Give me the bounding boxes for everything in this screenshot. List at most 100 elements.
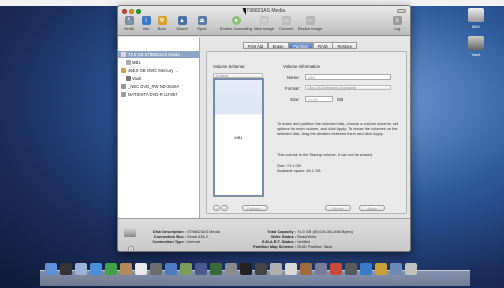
system-preferences-icon[interactable]: [225, 263, 237, 275]
app-icon[interactable]: [330, 263, 342, 275]
stack-icon[interactable]: [390, 263, 402, 275]
help-button[interactable]: ?: [128, 246, 134, 251]
disk-info-right: Total Capacity : 74.5 GB (80,026,361,856…: [248, 229, 353, 249]
trash-icon[interactable]: [405, 263, 417, 275]
font-book-icon[interactable]: [300, 263, 312, 275]
journaling-icon: ●: [231, 16, 241, 25]
preview-icon[interactable]: [150, 263, 162, 275]
desktop-icon-label: Vault: [471, 52, 481, 57]
eject-icon: ⏏: [197, 16, 207, 25]
desktop-icon-vault[interactable]: Vault: [456, 36, 496, 57]
new-image-button[interactable]: ▭ New Image: [253, 16, 275, 31]
tab-erase[interactable]: Erase: [267, 42, 289, 49]
disk-utility-icon[interactable]: [270, 263, 282, 275]
connection-type-row: Connection Type : Internal: [152, 239, 201, 244]
apply-button[interactable]: Apply: [359, 205, 385, 211]
textedit-icon[interactable]: [285, 263, 297, 275]
name-label: Name:: [287, 75, 300, 80]
convert-button[interactable]: ▭ Convert: [275, 16, 297, 31]
sidebar-item-mb1[interactable]: MB1: [118, 59, 200, 66]
sidebar-item-st98823as[interactable]: 74.5 GB ST98823AS Media: [118, 51, 200, 58]
title-bar: ST98823AS Media 🔬 Verify i Info ☢ Burn ▲…: [118, 6, 410, 36]
desktop-icon-mb1[interactable]: MB1: [456, 8, 496, 29]
sidebar-item-nec-dvd[interactable]: _NEC DVD_RW ND-3540A: [118, 83, 200, 90]
convert-icon: ▭: [281, 16, 291, 25]
add-partition-button[interactable]: +: [213, 205, 220, 211]
tab-bar: First Aid Erase Partition RAID Restore: [243, 42, 358, 49]
volume-information-heading: Volume Information: [283, 64, 321, 69]
automator-icon[interactable]: [315, 263, 327, 275]
volume-block-mb1[interactable]: MB1: [214, 79, 263, 196]
startup-volume-note: This volume is the Startup volume, it ca…: [277, 152, 374, 157]
volume-icon: [126, 76, 131, 81]
ical-icon[interactable]: [135, 263, 147, 275]
mount-icon: ▲: [177, 16, 187, 25]
terminal-icon[interactable]: [240, 263, 252, 275]
volume-map[interactable]: MB1: [213, 78, 264, 197]
activity-monitor-icon[interactable]: [255, 263, 267, 275]
volume-block-label: MB1: [234, 135, 243, 140]
enable-journaling-button[interactable]: ● Enable Journaling: [218, 16, 254, 31]
iphoto-icon[interactable]: [180, 263, 192, 275]
sidebar-item-vault[interactable]: Vault: [118, 75, 200, 82]
mail-icon[interactable]: [75, 263, 87, 275]
log-icon: ≡: [392, 16, 402, 25]
disk-info-left: Disk Description : ST98823AS Media Conne…: [146, 229, 219, 244]
volume-scheme-label: Volume Scheme:: [213, 64, 246, 69]
resize-icon: ▭: [305, 16, 315, 25]
size-field[interactable]: 74.09: [305, 96, 333, 102]
size-label: Size:: [290, 97, 300, 102]
format-label: Format:: [285, 86, 300, 91]
format-select[interactable]: Mac OS Extended (Journaled): [305, 85, 391, 90]
spaces-icon[interactable]: [195, 263, 207, 275]
tab-partition[interactable]: Partition: [288, 42, 314, 49]
burn-icon: ☢: [157, 16, 167, 25]
disk-utility-window: ST98823AS Media 🔬 Verify i Info ☢ Burn ▲…: [117, 5, 411, 252]
burn-button[interactable]: ☢ Burn: [151, 16, 173, 31]
optical-drive-icon: [121, 84, 126, 89]
revert-button[interactable]: Revert: [325, 205, 351, 211]
size-unit: GB: [337, 97, 344, 102]
sidebar-item-matshita-dvd[interactable]: MATSHITA DVD-R UJ-857: [118, 91, 200, 98]
available-space-info: Available space: 48.1 GB: [277, 168, 321, 173]
resize-image-button[interactable]: ▭ Resize Image: [295, 16, 325, 31]
disk-sidebar: 74.5 GB ST98823AS Media MB1 465.8 GB OWC…: [118, 37, 200, 218]
partition-map-scheme-row: Partition Map Scheme : GUID Partition Ta…: [252, 244, 333, 249]
partition-panel: Volume Scheme: Current Volume Informatio…: [206, 51, 407, 214]
remove-partition-button[interactable]: −: [221, 205, 228, 211]
log-button[interactable]: ≡ Log: [386, 16, 408, 31]
hard-drive-icon: [468, 8, 484, 22]
eject-button[interactable]: ⏏ Eject: [191, 16, 213, 31]
external-drive-icon: [121, 68, 126, 73]
hard-drive-icon: [121, 52, 126, 57]
address-book-icon[interactable]: [120, 263, 132, 275]
volume-icon: [126, 60, 131, 65]
window-title: ST98823AS Media: [243, 8, 285, 14]
dashboard-icon[interactable]: [60, 263, 72, 275]
tab-raid[interactable]: RAID: [312, 42, 333, 49]
itunes-icon[interactable]: [165, 263, 177, 275]
microscope-icon: 🔬: [124, 16, 134, 25]
tab-restore[interactable]: Restore: [332, 42, 358, 49]
mount-button[interactable]: ▲ Mount: [171, 16, 193, 31]
ichat-icon[interactable]: [105, 263, 117, 275]
name-field[interactable]: MB1: [305, 74, 391, 80]
disk-info-bar: ? Disk Description : ST98823AS Media Con…: [118, 218, 410, 251]
options-button[interactable]: Options...: [242, 205, 268, 211]
disk-image-icon: ▭: [259, 16, 269, 25]
external-drive-icon: [468, 36, 484, 50]
optical-drive-icon: [121, 92, 126, 97]
info-icon: i: [141, 16, 151, 25]
app-icon[interactable]: [360, 263, 372, 275]
desktop-icon-label: MB1: [471, 24, 481, 29]
app-icon[interactable]: [375, 263, 387, 275]
app-icon[interactable]: [345, 263, 357, 275]
time-machine-icon[interactable]: [210, 263, 222, 275]
finder-icon[interactable]: [45, 263, 57, 275]
tab-first-aid[interactable]: First Aid: [243, 42, 269, 49]
hard-drive-icon: [124, 227, 136, 237]
sidebar-item-owc-mercury[interactable]: 465.8 GB OWC Mercury ...: [118, 67, 200, 74]
toolbar-toggle-button[interactable]: [397, 9, 406, 13]
safari-icon[interactable]: [90, 263, 102, 275]
main-content: First Aid Erase Partition RAID Restore V…: [201, 37, 410, 218]
